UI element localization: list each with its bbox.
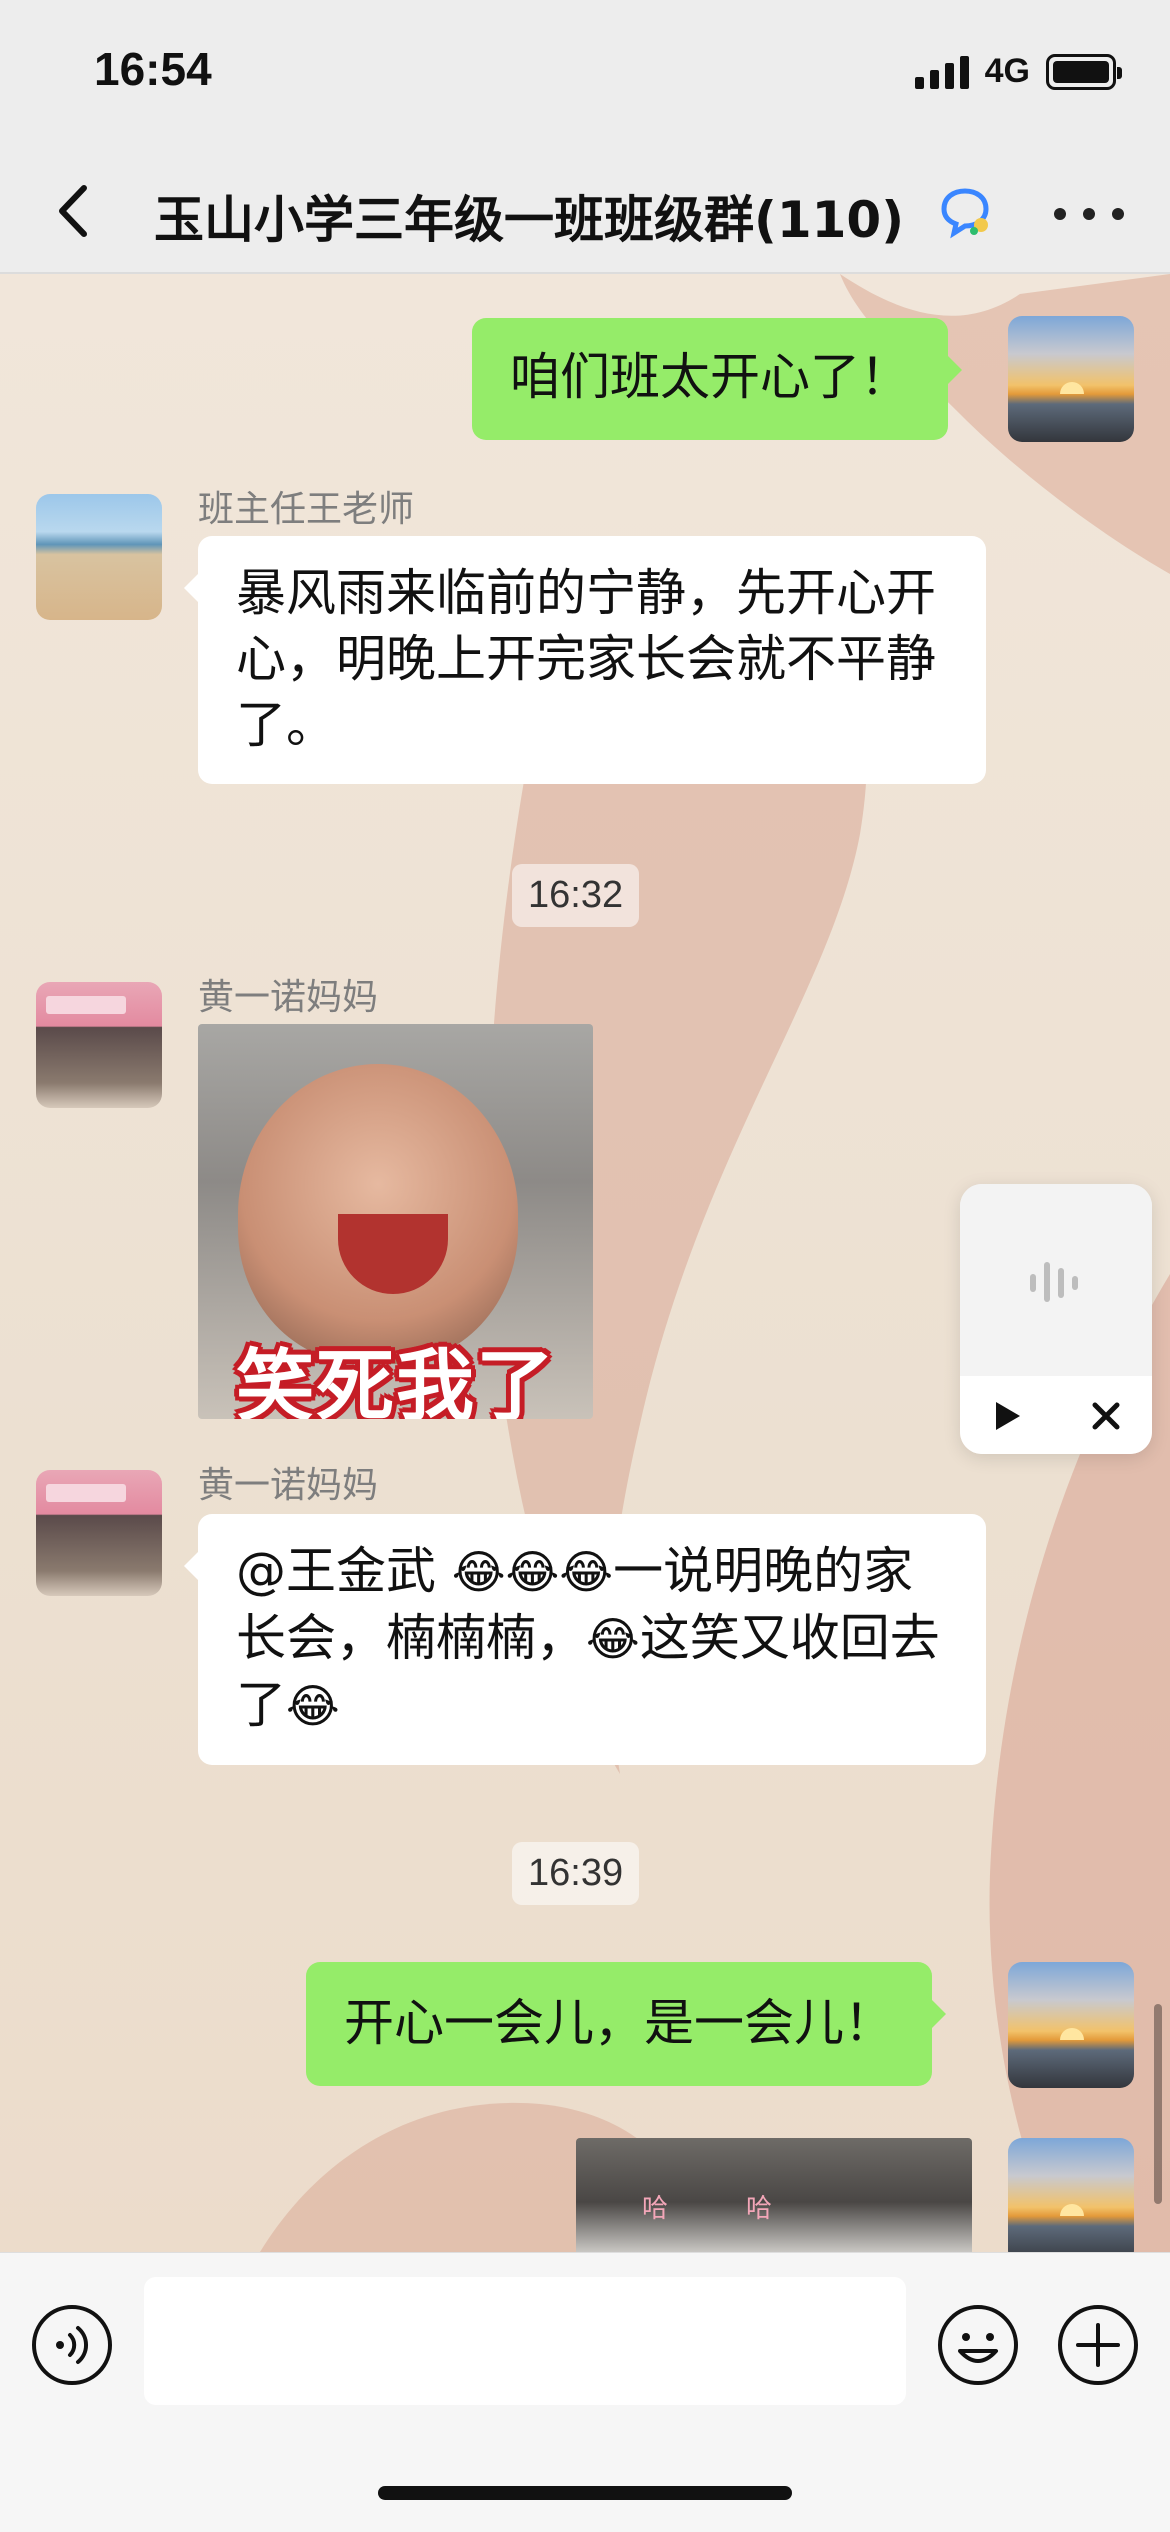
chat-message-list[interactable]: 咱们班太开心了！ 班主任王老师 暴风雨来临前的宁静，先开心开心，明晚上开完家长会… bbox=[0, 274, 1170, 2252]
play-icon[interactable] bbox=[986, 1396, 1026, 1436]
signal-icon bbox=[914, 55, 969, 89]
message-text: 开心一会儿，是一会儿！ bbox=[344, 1994, 894, 2052]
chat-bubble-badge-icon[interactable] bbox=[936, 185, 994, 239]
my-avatar[interactable] bbox=[1008, 2138, 1134, 2252]
sound-wave-icon bbox=[1030, 1262, 1078, 1302]
video-overlay-text: 哈 bbox=[746, 2194, 773, 2224]
status-indicators: 4G bbox=[914, 52, 1122, 91]
network-label: 4G bbox=[984, 52, 1030, 90]
voice-input-icon[interactable] bbox=[30, 2303, 114, 2387]
close-icon[interactable] bbox=[1086, 1396, 1126, 1436]
floating-voice-widget[interactable] bbox=[960, 1184, 1152, 1454]
scroll-indicator[interactable] bbox=[1154, 2004, 1162, 2204]
voice-widget-display[interactable] bbox=[960, 1184, 1152, 1376]
incoming-message-bubble[interactable]: 暴风雨来临前的宁静，先开心开心，明晚上开完家长会就不平静了。 bbox=[184, 536, 986, 784]
sender-name: 黄一诺妈妈 bbox=[198, 1465, 379, 1506]
battery-icon bbox=[1046, 53, 1122, 90]
sender-name: 班主任王老师 bbox=[198, 489, 415, 530]
laugh-emoji: 😂 bbox=[586, 1612, 640, 1666]
sender-avatar[interactable] bbox=[36, 1470, 162, 1596]
timestamp-chip: 16:39 bbox=[512, 1842, 640, 1905]
outgoing-message-bubble[interactable]: 开心一会儿，是一会儿！ bbox=[306, 1962, 946, 2086]
back-button[interactable] bbox=[40, 176, 110, 246]
timestamp-chip: 16:32 bbox=[512, 864, 640, 927]
emoji-icon[interactable] bbox=[936, 2303, 1020, 2387]
video-overlay-text: 哈 bbox=[642, 2194, 669, 2224]
my-avatar[interactable] bbox=[1008, 1962, 1134, 2088]
mention-text[interactable]: @王金武 bbox=[236, 1542, 452, 1600]
chat-title: 玉山小学三年级一班班级群(110) bbox=[154, 191, 905, 249]
sticker-caption: 笑死我了 bbox=[235, 1342, 556, 1419]
my-avatar[interactable] bbox=[1008, 316, 1134, 442]
video-message-thumbnail[interactable]: 哈 哈 bbox=[576, 2138, 972, 2252]
sender-avatar[interactable] bbox=[36, 982, 162, 1108]
chat-header: 玉山小学三年级一班班级群(110) bbox=[0, 150, 1170, 274]
incoming-message-bubble[interactable]: @王金武 😂😂😂一说明晚的家长会，楠楠楠，😂这笑又收回去了😂 bbox=[184, 1514, 986, 1765]
home-indicator[interactable] bbox=[378, 2486, 792, 2500]
more-dots-icon[interactable] bbox=[1054, 184, 1124, 244]
sender-avatar[interactable] bbox=[36, 494, 162, 620]
laugh-emoji: 😂 bbox=[286, 1679, 340, 1733]
status-bar: 16:54 4G bbox=[0, 0, 1170, 150]
laugh-emoji: 😂😂😂 bbox=[451, 1545, 614, 1599]
status-time: 16:54 bbox=[94, 43, 212, 95]
sticker-image[interactable]: 笑死我了 bbox=[198, 1024, 593, 1419]
message-text: 暴风雨来临前的宁静，先开心开心，明晚上开完家长会就不平静了。 bbox=[236, 564, 936, 754]
message-text: 咱们班太开心了！ bbox=[510, 348, 910, 406]
chevron-left-icon bbox=[59, 185, 87, 237]
sender-name: 黄一诺妈妈 bbox=[198, 977, 379, 1018]
message-text-field[interactable] bbox=[144, 2277, 906, 2405]
plus-icon[interactable] bbox=[1056, 2303, 1140, 2387]
outgoing-message-bubble[interactable]: 咱们班太开心了！ bbox=[472, 318, 962, 440]
